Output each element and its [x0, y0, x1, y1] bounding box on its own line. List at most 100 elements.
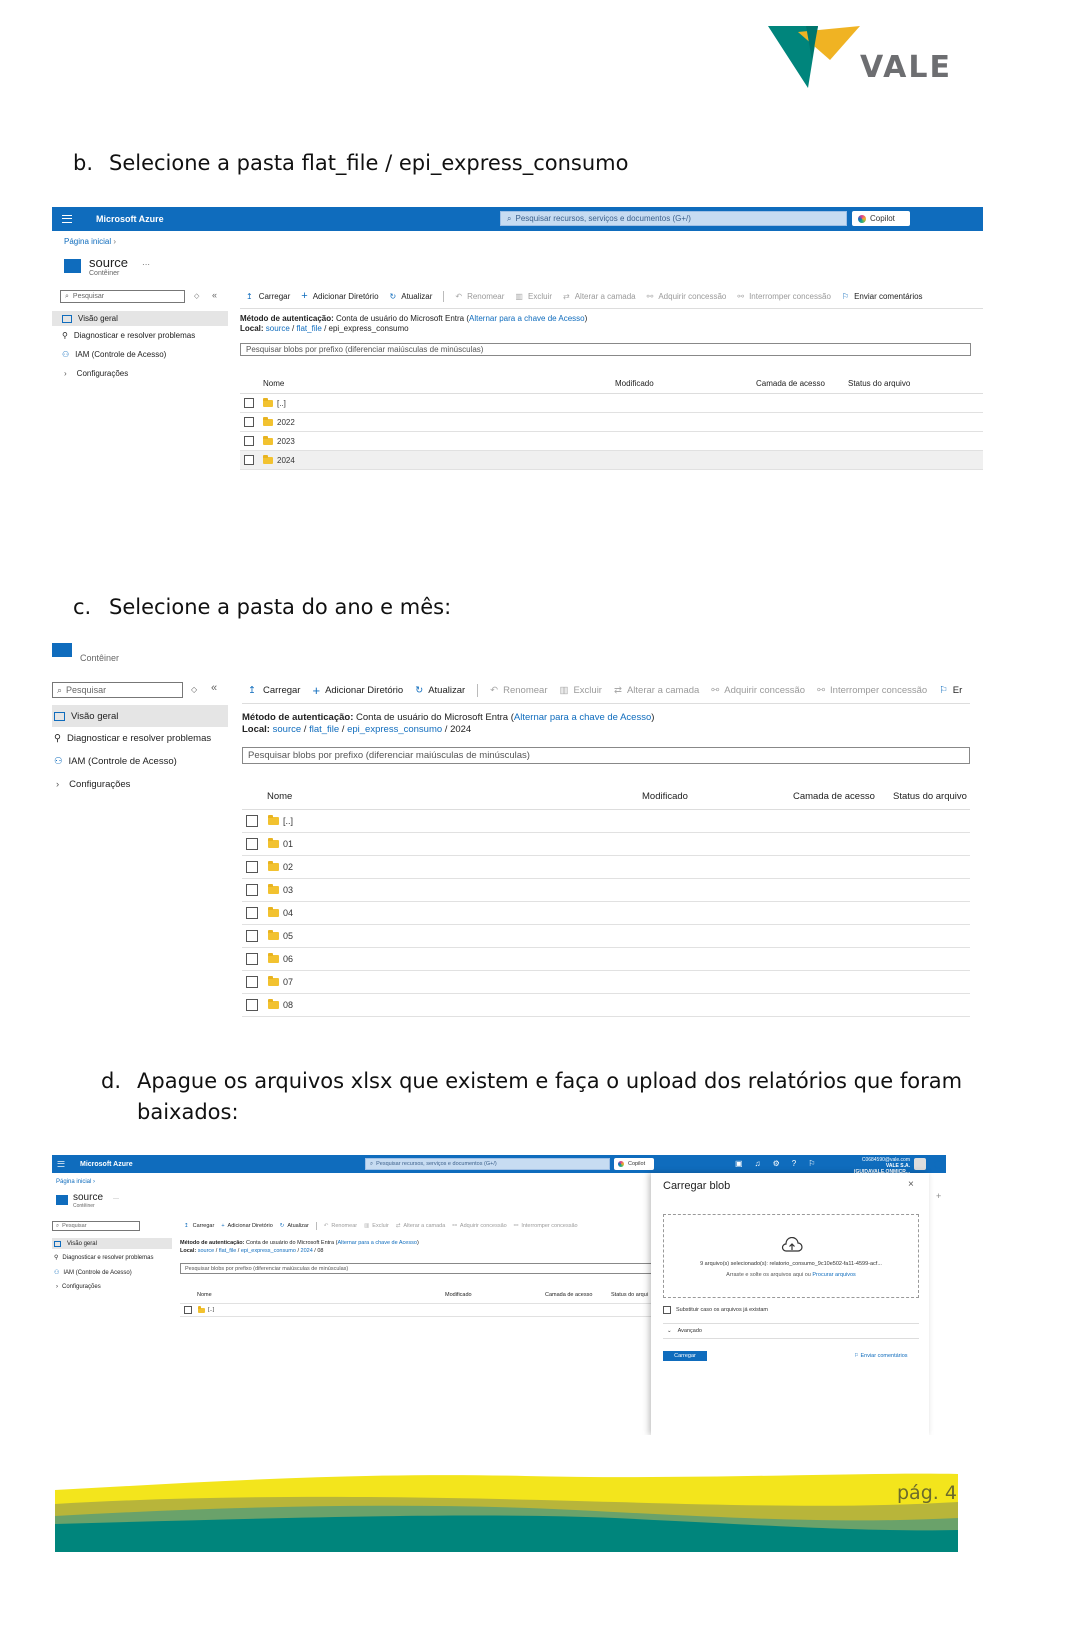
table-row[interactable]: 2024: [240, 451, 983, 470]
feedback-icon[interactable]: ⚐: [808, 1159, 815, 1168]
blob-prefix-filter-input[interactable]: Pesquisar blobs por prefixo (diferenciar…: [242, 747, 970, 764]
change-tier-button[interactable]: ⇄ Alterar a camada: [563, 292, 636, 301]
row-checkbox[interactable]: [246, 815, 258, 827]
column-header-modified[interactable]: Modificado: [642, 791, 688, 802]
table-row[interactable]: 2022: [240, 413, 983, 432]
expand-icon[interactable]: ◇: [194, 292, 199, 300]
global-search-input[interactable]: ⌕ Pesquisar recursos, serviços e document…: [500, 211, 847, 226]
switch-access-key-link[interactable]: Alternar para a chave de Acesso: [514, 712, 651, 723]
panel-feedback-link[interactable]: ⚐ Enviar comentários: [854, 1353, 908, 1359]
path-flat-file-link[interactable]: flat_file: [296, 324, 321, 333]
path-source-link[interactable]: source: [198, 1248, 215, 1254]
column-header-modified[interactable]: Modificado: [615, 379, 654, 388]
change-tier-button[interactable]: ⇄ Alterar a camada: [614, 685, 699, 696]
path-flat-file-link[interactable]: flat_file: [309, 724, 339, 735]
feedback-button[interactable]: ⚐ Er: [939, 685, 962, 696]
add-directory-button[interactable]: + Adicionar Diretório: [312, 683, 403, 698]
row-checkbox[interactable]: [246, 953, 258, 965]
path-flat-file-link[interactable]: flat_file: [219, 1248, 236, 1254]
break-lease-button[interactable]: ⚯ Interromper concessão: [817, 685, 927, 696]
upload-button[interactable]: ↥ Carregar: [248, 685, 300, 696]
delete-button[interactable]: ▥ Excluir: [364, 1223, 389, 1229]
sidebar-item-iam[interactable]: ⚇ IAM (Controle de Acesso): [62, 350, 166, 359]
row-checkbox[interactable]: [246, 999, 258, 1011]
break-lease-button[interactable]: ⚯ Interromper concessão: [514, 1223, 578, 1229]
blob-prefix-filter-input[interactable]: Pesquisar blobs por prefixo (diferenciar…: [240, 343, 971, 356]
overwrite-option[interactable]: Substituir caso os arquivos já existam: [663, 1306, 768, 1314]
close-icon[interactable]: ×: [908, 1179, 914, 1190]
sidebar-item-diagnose[interactable]: ⚲ Diagnosticar e resolver problemas: [54, 733, 211, 744]
sidebar-item-settings[interactable]: › Configurações: [56, 779, 130, 790]
rename-button[interactable]: ↶ Renomear: [490, 685, 547, 696]
column-header-tier[interactable]: Camada de acesso: [545, 1292, 592, 1298]
table-row[interactable]: 06: [242, 948, 970, 971]
column-header-tier[interactable]: Camada de acesso: [793, 791, 875, 802]
sidebar-item-settings[interactable]: › Configurações: [56, 1284, 101, 1290]
path-source-link[interactable]: source: [266, 324, 290, 333]
azure-brand[interactable]: Microsoft Azure: [96, 214, 164, 224]
drop-zone[interactable]: 9 arquivo(s) selecionado(s): relatorio_c…: [663, 1214, 919, 1298]
table-row[interactable]: 05: [242, 925, 970, 948]
rename-button[interactable]: ↶ Renomear: [455, 292, 504, 301]
path-epi-link[interactable]: epi_express_consumo: [241, 1248, 296, 1254]
row-checkbox[interactable]: [246, 838, 258, 850]
sidebar-item-iam[interactable]: ⚇ IAM (Controle de Acesso): [54, 756, 177, 767]
collapse-icon[interactable]: «: [212, 290, 217, 300]
sidebar-item-diagnose[interactable]: ⚲ Diagnosticar e resolver problemas: [62, 331, 195, 340]
avatar[interactable]: [914, 1158, 926, 1170]
table-row[interactable]: 01: [242, 833, 970, 856]
row-checkbox[interactable]: [244, 417, 254, 427]
add-directory-button[interactable]: + Adicionar Diretório: [221, 1223, 272, 1229]
row-checkbox[interactable]: [246, 930, 258, 942]
column-header-name[interactable]: Nome: [197, 1292, 212, 1298]
sidebar-search-input[interactable]: ⌕ Pesquisar: [60, 290, 185, 303]
column-header-status[interactable]: Status do arqui: [611, 1292, 648, 1298]
more-icon[interactable]: ···: [142, 260, 150, 269]
switch-access-key-link[interactable]: Alternar para a chave de Acesso: [469, 314, 585, 323]
row-checkbox[interactable]: [246, 861, 258, 873]
collapse-icon[interactable]: «: [211, 682, 217, 694]
row-checkbox[interactable]: [244, 436, 254, 446]
break-lease-button[interactable]: ⚯ Interromper concessão: [737, 292, 831, 301]
sidebar-search-input[interactable]: ⌕ Pesquisar: [52, 1221, 140, 1231]
table-row[interactable]: [..]: [242, 810, 970, 833]
browse-files-link[interactable]: Procurar arquivos: [812, 1272, 855, 1278]
breadcrumb[interactable]: Página inicial ›: [64, 237, 116, 246]
hamburger-icon[interactable]: [62, 215, 72, 223]
column-header-status[interactable]: Status do arquivo: [893, 791, 967, 802]
notifications-icon[interactable]: ♫: [755, 1159, 761, 1168]
change-tier-button[interactable]: ⇄ Alterar a camada: [396, 1223, 446, 1229]
acquire-lease-button[interactable]: ⚯ Adquirir concessão: [452, 1223, 506, 1229]
advanced-toggle[interactable]: ⌄ Avançado: [663, 1323, 919, 1339]
delete-button[interactable]: ▥ Excluir: [559, 685, 602, 696]
row-checkbox[interactable]: [246, 976, 258, 988]
table-row[interactable]: [..]: [240, 394, 983, 413]
feedback-button[interactable]: ⚐ Enviar comentários: [842, 292, 923, 301]
row-checkbox[interactable]: [246, 907, 258, 919]
row-checkbox[interactable]: [244, 398, 254, 408]
sidebar-item-settings[interactable]: › Configurações: [64, 369, 128, 378]
refresh-button[interactable]: ↻ Atualizar: [280, 1223, 309, 1229]
blob-prefix-filter-input[interactable]: Pesquisar blobs por prefixo (diferenciar…: [180, 1263, 655, 1274]
azure-brand[interactable]: Microsoft Azure: [80, 1161, 133, 1168]
column-header-tier[interactable]: Camada de acesso: [756, 379, 825, 388]
path-year-link[interactable]: 2024: [301, 1248, 313, 1254]
copilot-button[interactable]: Copilot: [614, 1158, 654, 1170]
table-row[interactable]: 07: [242, 971, 970, 994]
column-header-modified[interactable]: Modificado: [445, 1292, 472, 1298]
refresh-button[interactable]: ↻ Atualizar: [415, 685, 465, 696]
row-checkbox[interactable]: [246, 884, 258, 896]
more-icon[interactable]: ···: [113, 1196, 119, 1202]
row-checkbox[interactable]: [244, 455, 254, 465]
settings-icon[interactable]: ⚙: [773, 1159, 780, 1168]
overwrite-checkbox[interactable]: [663, 1306, 671, 1314]
column-header-status[interactable]: Status do arquivo: [848, 379, 910, 388]
copilot-side-icon[interactable]: [934, 1160, 943, 1169]
expand-icon[interactable]: ◇: [191, 685, 197, 694]
acquire-lease-button[interactable]: ⚯ Adquirir concessão: [711, 685, 805, 696]
rename-button[interactable]: ↶ Renomear: [324, 1223, 357, 1229]
copilot-button[interactable]: Copilot: [852, 211, 910, 226]
path-source-link[interactable]: source: [273, 724, 302, 735]
upload-button[interactable]: ↥ Carregar: [184, 1223, 214, 1229]
upload-button[interactable]: ↥ Carregar: [246, 292, 290, 301]
